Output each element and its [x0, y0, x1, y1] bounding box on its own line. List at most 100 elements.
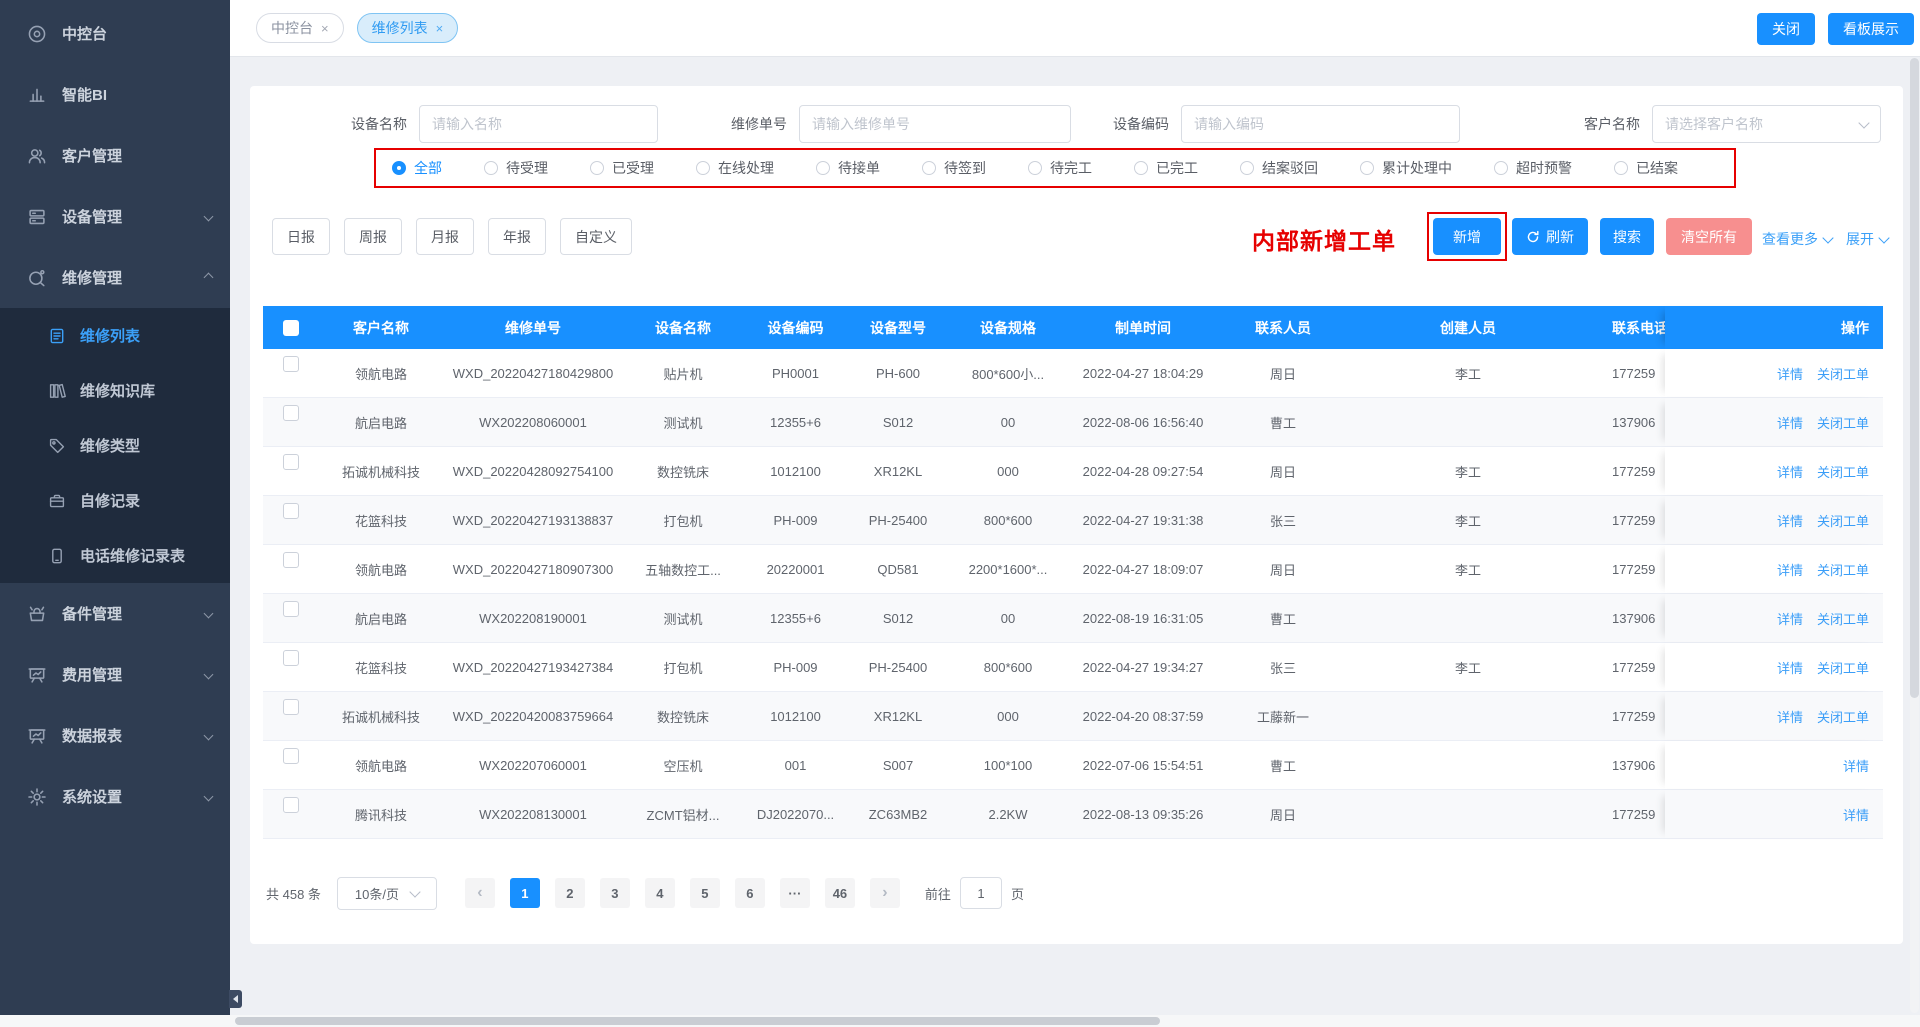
page-button-46[interactable]: 46 — [825, 878, 855, 908]
page-button-5[interactable]: 5 — [690, 878, 720, 908]
page-button-4[interactable]: 4 — [645, 878, 675, 908]
sidebar-item-系统设置[interactable]: 系统设置 — [0, 766, 230, 827]
status-radio-已结案[interactable]: 已结案 — [1614, 158, 1678, 178]
detail-link[interactable]: 详情 — [1777, 609, 1803, 628]
customer-name-select[interactable]: 请选择客户名称 — [1652, 105, 1881, 143]
close-order-link[interactable]: 关闭工单 — [1817, 609, 1869, 628]
clear-all-button[interactable]: 清空所有 — [1666, 218, 1752, 255]
prev-page-button[interactable]: ‹ — [465, 878, 495, 908]
filter-input-设备编码[interactable] — [1181, 105, 1460, 143]
sidebar-item-数据报表[interactable]: 数据报表 — [0, 705, 230, 766]
sidebar-item-中控台[interactable]: 中控台 — [0, 3, 230, 64]
sidebar-item-智能BI[interactable]: 智能BI — [0, 64, 230, 125]
page-button-2[interactable]: 2 — [555, 878, 585, 908]
tab-维修列表[interactable]: 维修列表× — [357, 13, 459, 43]
status-radio-累计处理中[interactable]: 累计处理中 — [1360, 158, 1452, 178]
next-page-button[interactable]: › — [870, 878, 900, 908]
row-checkbox[interactable] — [283, 503, 299, 519]
row-checkbox[interactable] — [283, 699, 299, 715]
more-pages-button[interactable]: ··· — [780, 878, 810, 908]
goto-label: 前往 — [925, 884, 951, 903]
goto-page-input[interactable] — [960, 877, 1002, 909]
close-tab-icon[interactable]: × — [436, 21, 444, 36]
status-radio-在线处理[interactable]: 在线处理 — [696, 158, 774, 178]
view-more-link[interactable]: 查看更多 — [1762, 229, 1832, 249]
customers-icon — [27, 146, 47, 166]
sidebar-subitem-自修记录[interactable]: 自修记录 — [0, 473, 230, 528]
status-radio-待签到[interactable]: 待签到 — [922, 158, 986, 178]
horizontal-scrollbar-thumb[interactable] — [235, 1017, 1160, 1025]
sidebar-item-备件管理[interactable]: 备件管理 — [0, 583, 230, 644]
report-button-月报[interactable]: 月报 — [416, 218, 474, 255]
detail-link[interactable]: 详情 — [1777, 364, 1803, 383]
row-checkbox[interactable] — [283, 748, 299, 764]
sidebar-collapse-handle-icon[interactable] — [229, 990, 242, 1008]
detail-link[interactable]: 详情 — [1777, 462, 1803, 481]
page-size-select[interactable]: 10条/页 — [337, 877, 437, 910]
select-all-checkbox[interactable] — [283, 320, 299, 336]
refresh-button[interactable]: 刷新 — [1512, 218, 1588, 255]
status-radio-超时预警[interactable]: 超时预警 — [1494, 158, 1572, 178]
tab-中控台[interactable]: 中控台× — [256, 13, 344, 43]
sidebar-subitem-电话维修记录表[interactable]: 电话维修记录表 — [0, 528, 230, 583]
sidebar-subitem-维修知识库[interactable]: 维修知识库 — [0, 363, 230, 418]
report-button-日报[interactable]: 日报 — [272, 218, 330, 255]
cell-created_time: 2022-04-27 18:04:29 — [1068, 349, 1218, 397]
sidebar-subitem-维修类型[interactable]: 维修类型 — [0, 418, 230, 473]
sidebar-item-维修管理[interactable]: 维修管理 — [0, 247, 230, 308]
report-button-年报[interactable]: 年报 — [488, 218, 546, 255]
status-radio-全部[interactable]: 全部 — [392, 158, 442, 178]
sidebar-subitem-维修列表[interactable]: 维修列表 — [0, 308, 230, 363]
row-checkbox[interactable] — [283, 650, 299, 666]
close-button[interactable]: 关闭 — [1757, 13, 1815, 45]
radio-label: 待完工 — [1050, 158, 1092, 178]
table-row: 花篮科技WXD_20220427193427384打包机PH-009PH-254… — [263, 643, 1883, 692]
row-checkbox[interactable] — [283, 552, 299, 568]
sidebar-item-label: 设备管理 — [62, 206, 122, 227]
status-radio-待受理[interactable]: 待受理 — [484, 158, 548, 178]
close-tab-icon[interactable]: × — [321, 21, 329, 36]
row-checkbox[interactable] — [283, 601, 299, 617]
close-order-link[interactable]: 关闭工单 — [1817, 560, 1869, 579]
detail-link[interactable]: 详情 — [1777, 707, 1803, 726]
row-checkbox[interactable] — [283, 356, 299, 372]
detail-link[interactable]: 详情 — [1777, 413, 1803, 432]
filter-input-设备名称[interactable] — [419, 105, 658, 143]
sidebar-item-客户管理[interactable]: 客户管理 — [0, 125, 230, 186]
close-order-link[interactable]: 关闭工单 — [1817, 413, 1869, 432]
page-button-3[interactable]: 3 — [600, 878, 630, 908]
page-button-6[interactable]: 6 — [735, 878, 765, 908]
report-button-自定义[interactable]: 自定义 — [560, 218, 632, 255]
close-order-link[interactable]: 关闭工单 — [1817, 658, 1869, 677]
status-radio-待接单[interactable]: 待接单 — [816, 158, 880, 178]
row-checkbox[interactable] — [283, 454, 299, 470]
sidebar-item-费用管理[interactable]: 费用管理 — [0, 644, 230, 705]
status-radio-结案驳回[interactable]: 结案驳回 — [1240, 158, 1318, 178]
repair-icon — [27, 268, 47, 288]
detail-link[interactable]: 详情 — [1843, 805, 1869, 824]
status-radio-待完工[interactable]: 待完工 — [1028, 158, 1092, 178]
close-order-link[interactable]: 关闭工单 — [1817, 364, 1869, 383]
vertical-scrollbar-thumb[interactable] — [1910, 58, 1919, 698]
status-radio-已完工[interactable]: 已完工 — [1134, 158, 1198, 178]
board-chart-icon — [27, 665, 47, 685]
detail-link[interactable]: 详情 — [1843, 756, 1869, 775]
detail-link[interactable]: 详情 — [1777, 658, 1803, 677]
row-checkbox[interactable] — [283, 405, 299, 421]
filter-input-维修单号[interactable] — [799, 105, 1071, 143]
detail-link[interactable]: 详情 — [1777, 511, 1803, 530]
close-order-link[interactable]: 关闭工单 — [1817, 511, 1869, 530]
sidebar-item-设备管理[interactable]: 设备管理 — [0, 186, 230, 247]
cell-device_spec: 2.2KW — [948, 790, 1068, 838]
row-checkbox[interactable] — [283, 797, 299, 813]
expand-link[interactable]: 展开 — [1846, 229, 1888, 249]
report-button-周报[interactable]: 周报 — [344, 218, 402, 255]
close-order-link[interactable]: 关闭工单 — [1817, 462, 1869, 481]
close-order-link[interactable]: 关闭工单 — [1817, 707, 1869, 726]
search-button[interactable]: 搜索 — [1600, 218, 1654, 255]
add-button[interactable]: 新增 — [1433, 218, 1501, 255]
page-button-1[interactable]: 1 — [510, 878, 540, 908]
status-radio-已受理[interactable]: 已受理 — [590, 158, 654, 178]
detail-link[interactable]: 详情 — [1777, 560, 1803, 579]
board-display-button[interactable]: 看板展示 — [1828, 13, 1914, 45]
